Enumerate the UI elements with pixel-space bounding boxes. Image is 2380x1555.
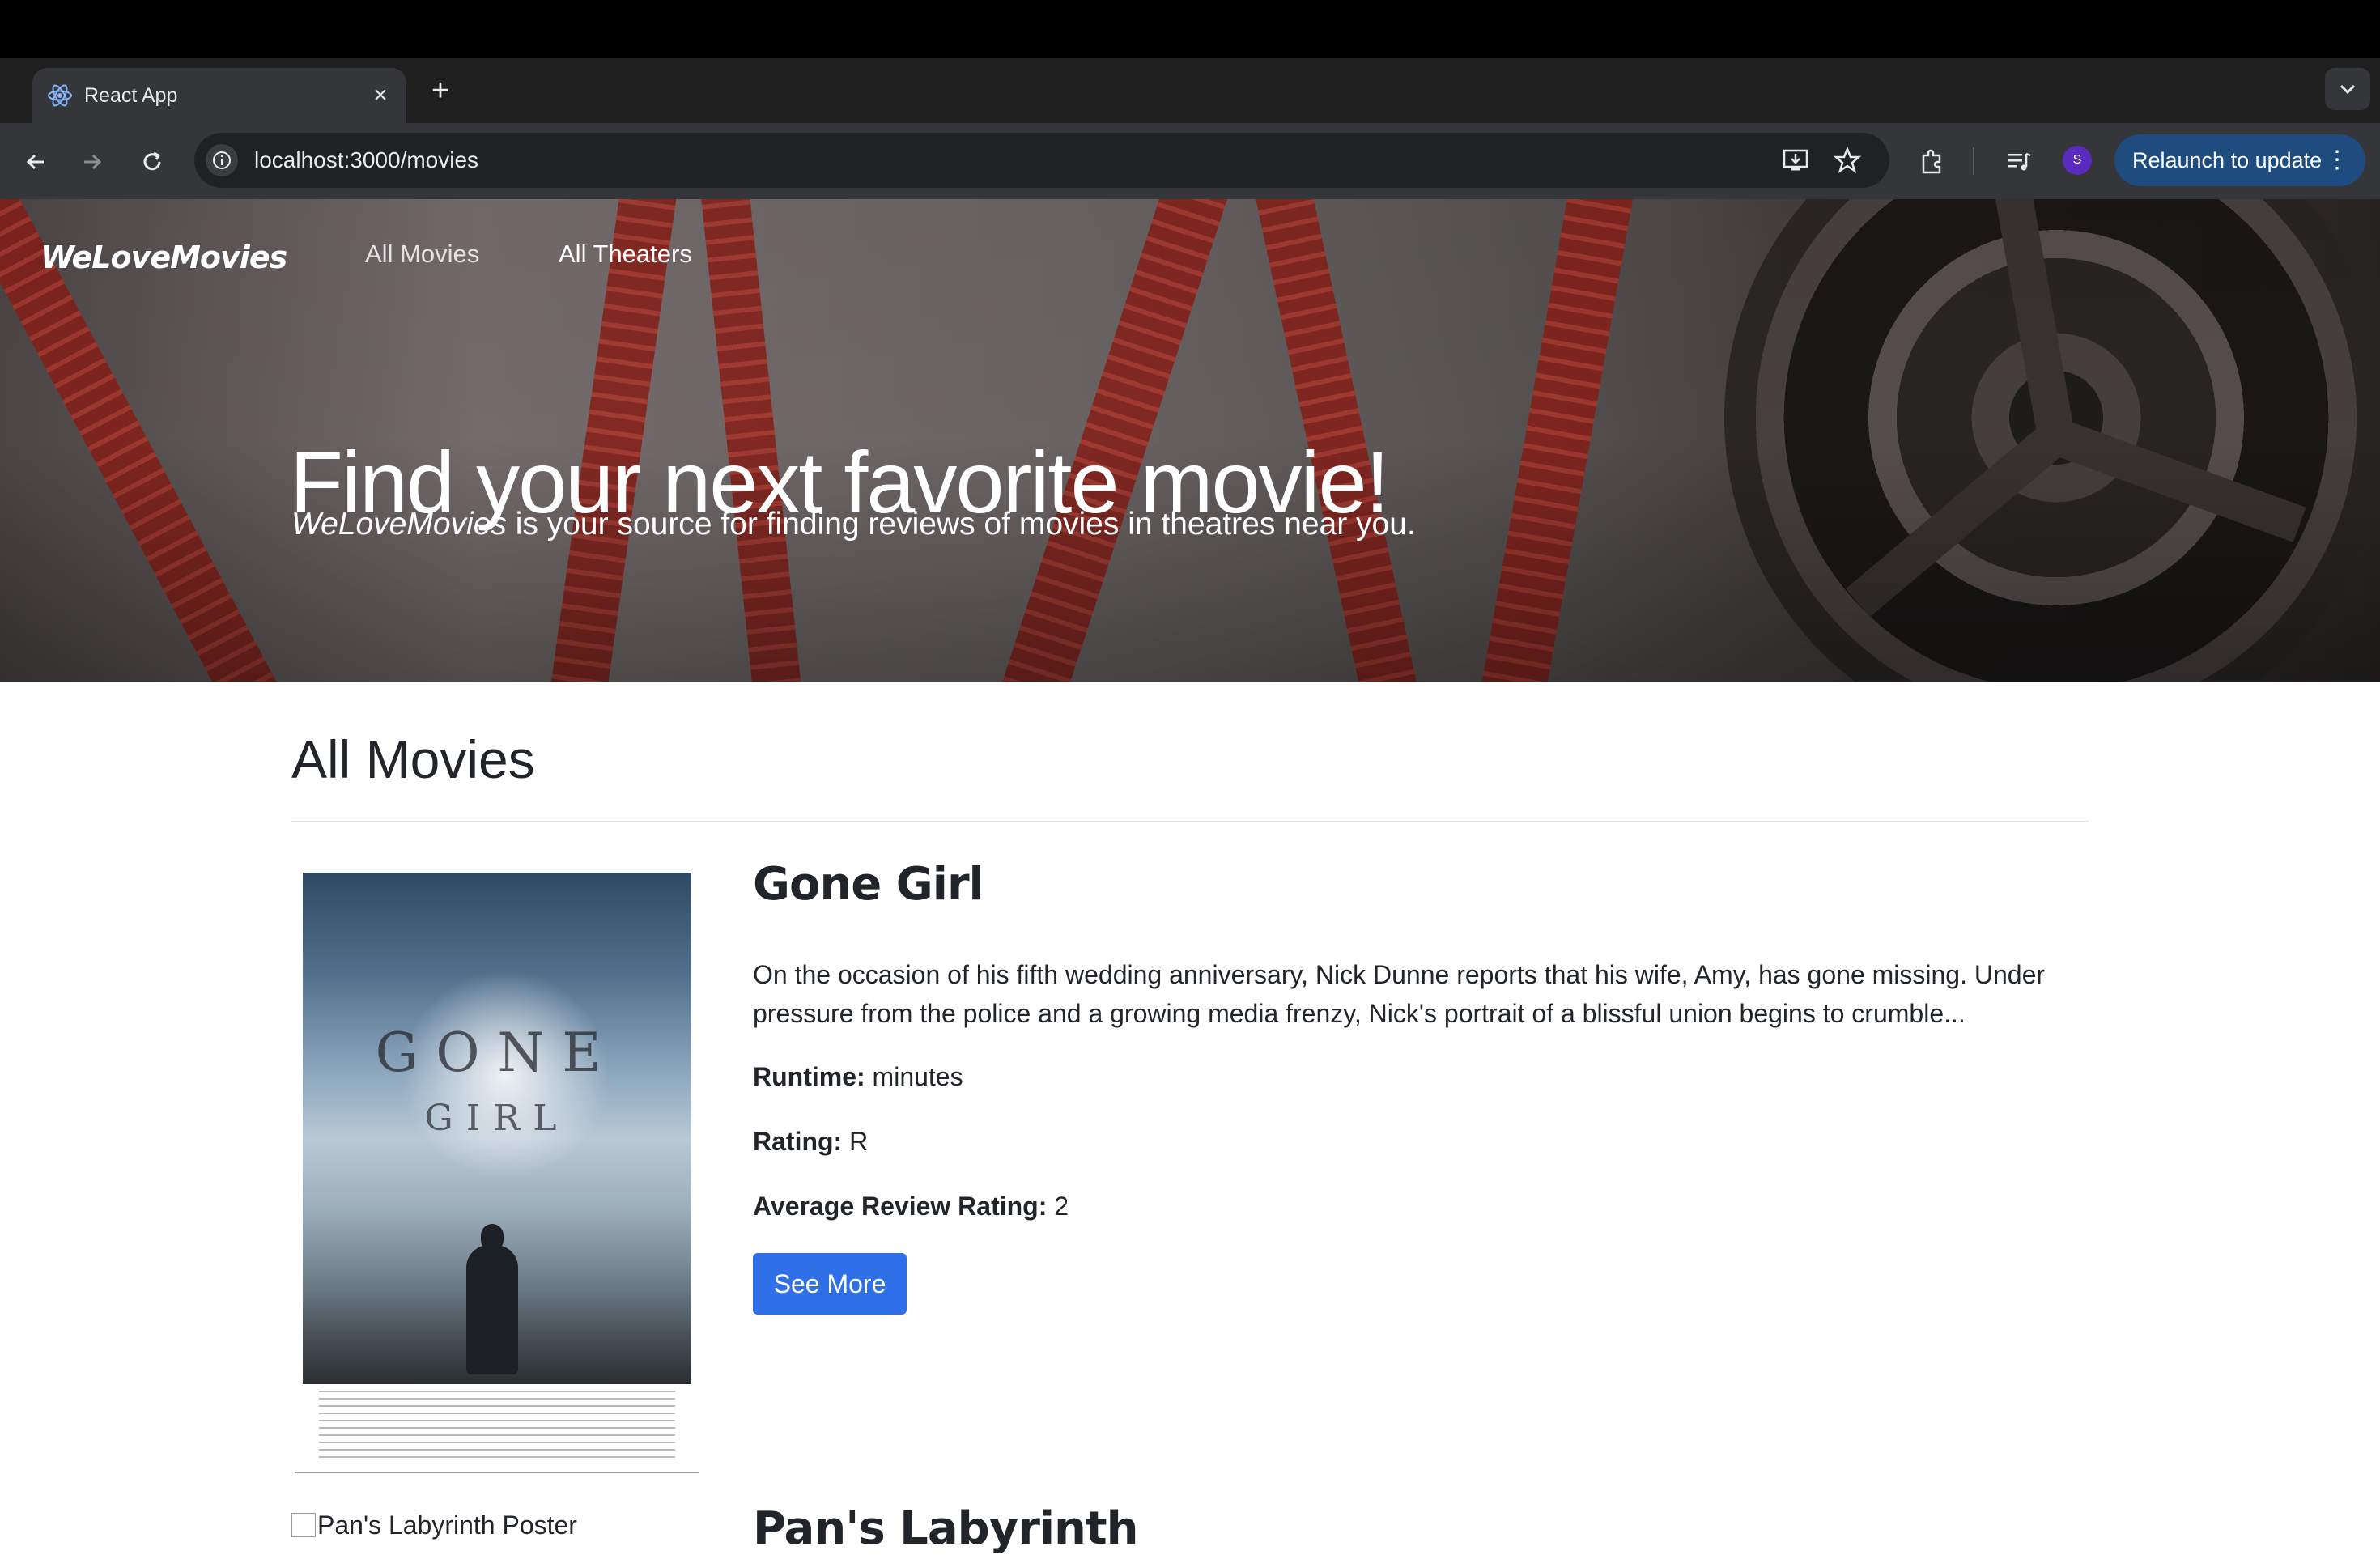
movie-description: On the occasion of his fifth wedding ann… [753,960,2046,1028]
browser-tab[interactable]: React App × [32,68,406,123]
divider [291,821,2089,822]
rating-label: Rating: [753,1127,843,1156]
poster-title-line1: GONE [375,1022,619,1084]
profile-avatar[interactable]: S [2063,146,2092,175]
movie-title: Pan's Labyrinth [753,1502,1139,1555]
poster-credits [319,1391,675,1464]
movie-runtime: Runtime: minutes [753,1062,963,1092]
poster-alt-text: Pan's Labyrinth Poster [317,1510,577,1540]
hero-subtitle-text: is your source for finding reviews of mo… [506,507,1416,542]
media-controls-icon[interactable] [2000,142,2038,181]
movie-poster: GONE GIRL [295,868,699,1473]
runtime-label: Runtime: [753,1062,865,1091]
back-arrow-icon [26,154,44,170]
new-tab-button[interactable]: + [421,71,460,110]
bookmark-star-icon[interactable] [1831,144,1864,176]
back-button[interactable] [13,139,58,185]
rating-value: R [842,1127,869,1156]
forward-arrow-icon [84,154,102,170]
see-more-button[interactable]: See More [753,1253,907,1315]
address-bar[interactable]: localhost:3000/movies [194,133,1889,188]
reload-button[interactable] [130,139,175,185]
poster-title-line2: GIRL [424,1098,570,1139]
extensions-icon[interactable] [1912,142,1951,181]
brand-logo[interactable]: WeLoveMovies [40,240,287,275]
tab-title: React App [84,84,178,107]
page-title: All Movies [291,729,535,789]
poster-artwork: GONE GIRL [303,873,691,1384]
movie-title: Gone Girl [753,858,984,911]
average-rating-label: Average Review Rating: [753,1192,1048,1221]
movie-rating: Rating: R [753,1127,868,1157]
more-vert-icon[interactable]: ⋮ [2325,134,2349,186]
movie-poster-broken: Pan's Labyrinth Poster [291,1510,577,1540]
react-icon [48,84,72,107]
poster-figure [466,1245,518,1374]
relaunch-label: Relaunch to update [2132,148,2323,172]
info-icon[interactable] [206,144,238,176]
url-text[interactable]: localhost:3000/movies [254,133,478,188]
close-tab-icon[interactable]: × [364,79,397,112]
tab-search-button[interactable] [2325,68,2370,110]
average-rating-value: 2 [1047,1192,1069,1221]
install-app-icon[interactable] [1779,144,1812,176]
toolbar-divider [1973,147,1974,175]
movie-average-rating: Average Review Rating: 2 [753,1192,1069,1221]
runtime-value: minutes [865,1062,963,1091]
hero-subtitle-brand: WeLoveMovies [291,507,507,542]
forward-button[interactable] [70,139,115,185]
relaunch-button[interactable]: Relaunch to update ⋮ [2114,134,2365,186]
nav-link-all-movies[interactable]: All Movies [365,240,479,269]
hero-subtitle: WeLoveMovies is your source for finding … [291,507,1416,542]
reload-icon [143,151,161,171]
os-menu-bar [0,0,2380,58]
chevron-down-icon [2340,84,2356,95]
nav-link-all-theaters[interactable]: All Theaters [559,240,692,269]
broken-image-icon [291,1513,316,1537]
